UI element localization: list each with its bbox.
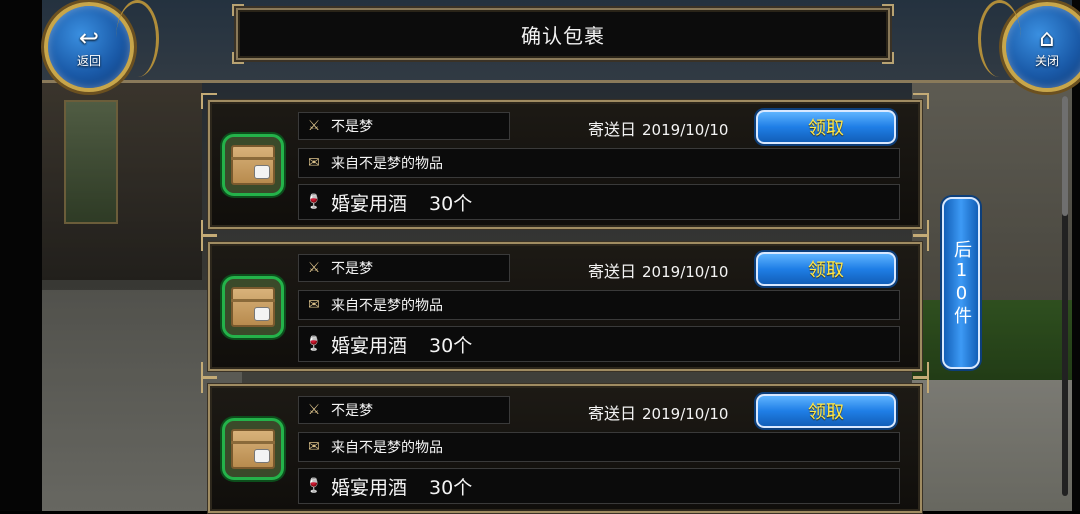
card-corner-ornament (913, 235, 929, 251)
claim-button[interactable]: 领取 (756, 110, 896, 144)
title-corner-ornament (232, 4, 244, 16)
item-row: 🍷 婚宴用酒 30个 (298, 184, 900, 220)
mail-description: 来自不是梦的物品 (331, 440, 443, 456)
scroll-icon: ✉ (308, 439, 320, 455)
home-icon: ⌂ (1039, 23, 1055, 52)
card-corner-ornament (913, 377, 929, 393)
scroll-icon: ✉ (308, 297, 320, 313)
scrollbar-thumb[interactable] (1062, 96, 1068, 216)
mail-description: 来自不是梦的物品 (331, 298, 443, 314)
send-date-label: 寄送日 (588, 120, 637, 139)
description-row: ✉ 来自不是梦的物品 (298, 290, 900, 320)
parcel-icon (222, 276, 284, 338)
card-corner-ornament (201, 362, 217, 378)
item-name: 婚宴用酒 (331, 334, 408, 357)
left-letterbox (0, 0, 42, 511)
crossed-swords-icon: ⚔ (307, 260, 321, 276)
item-quantity: 30个 (429, 334, 473, 357)
sender-name: 不是梦 (331, 119, 373, 135)
send-date: 寄送日 2019/10/10 (588, 400, 728, 424)
wine-bottle-icon: 🍷 (305, 336, 323, 352)
wine-bottle-icon: 🍷 (305, 194, 323, 210)
sender-name: 不是梦 (331, 261, 373, 277)
card-corner-ornament (913, 93, 929, 109)
send-date-value: 2019/10/10 (642, 405, 729, 423)
parcel-box-icon (231, 287, 275, 327)
send-date: 寄送日 2019/10/10 (588, 258, 728, 282)
parcel-box-icon (231, 429, 275, 469)
card-corner-ornament (913, 220, 929, 236)
back-button[interactable]: ↩ 返回 (44, 0, 159, 92)
scrollbar[interactable] (1062, 96, 1068, 496)
crossed-swords-icon: ⚔ (307, 118, 321, 134)
card-corner-ornament (201, 220, 217, 236)
title-corner-ornament (882, 52, 894, 64)
next-page-button[interactable]: 后10件 (942, 197, 980, 369)
close-label: 关闭 (1034, 53, 1059, 68)
parcel-icon (222, 134, 284, 196)
sender-row: ⚔ 不是梦 (298, 396, 510, 424)
item-row: 🍷 婚宴用酒 30个 (298, 468, 900, 504)
claim-button[interactable]: 领取 (756, 394, 896, 428)
title-corner-ornament (232, 52, 244, 64)
mail-card: ⚔ 不是梦 寄送日 2019/10/10 领取 ✉ 来自不是梦的物品 🍷 婚宴用酒… (201, 377, 929, 513)
wine-bottle-icon: 🍷 (305, 478, 323, 494)
card-corner-ornament (913, 362, 929, 378)
mail-card: ⚔ 不是梦 寄送日 2019/10/10 领取 ✉ 来自不是梦的物品 🍷 婚宴用酒… (201, 235, 929, 378)
item-quantity: 30个 (429, 192, 473, 215)
item-row: 🍷 婚宴用酒 30个 (298, 326, 900, 362)
parcel-icon (222, 418, 284, 480)
card-corner-ornament (201, 235, 217, 251)
crossed-swords-icon: ⚔ (307, 402, 321, 418)
item-name: 婚宴用酒 (331, 192, 408, 215)
description-row: ✉ 来自不是梦的物品 (298, 432, 900, 462)
item-name: 婚宴用酒 (331, 476, 408, 499)
title-corner-ornament (882, 4, 894, 16)
item-quantity: 30个 (429, 476, 473, 499)
mail-description: 来自不是梦的物品 (331, 156, 443, 172)
back-label: 返回 (76, 53, 101, 68)
send-date-value: 2019/10/10 (642, 121, 729, 139)
send-date-value: 2019/10/10 (642, 263, 729, 281)
description-row: ✉ 来自不是梦的物品 (298, 148, 900, 178)
sender-name: 不是梦 (331, 403, 373, 419)
send-date: 寄送日 2019/10/10 (588, 116, 728, 140)
sender-row: ⚔ 不是梦 (298, 112, 510, 140)
send-date-label: 寄送日 (588, 404, 637, 423)
page-title: 确认包裹 (521, 23, 605, 48)
mail-card: ⚔ 不是梦 寄送日 2019/10/10 领取 ✉ 来自不是梦的物品 🍷 婚宴用酒… (201, 93, 929, 236)
card-corner-ornament (201, 377, 217, 393)
title-bar: 确认包裹 (232, 4, 894, 64)
send-date-label: 寄送日 (588, 262, 637, 281)
card-corner-ornament (201, 93, 217, 109)
claim-button[interactable]: 领取 (756, 252, 896, 286)
parcel-box-icon (231, 145, 275, 185)
scroll-icon: ✉ (308, 155, 320, 171)
sender-row: ⚔ 不是梦 (298, 254, 510, 282)
back-arrow-icon: ↩ (78, 23, 100, 52)
